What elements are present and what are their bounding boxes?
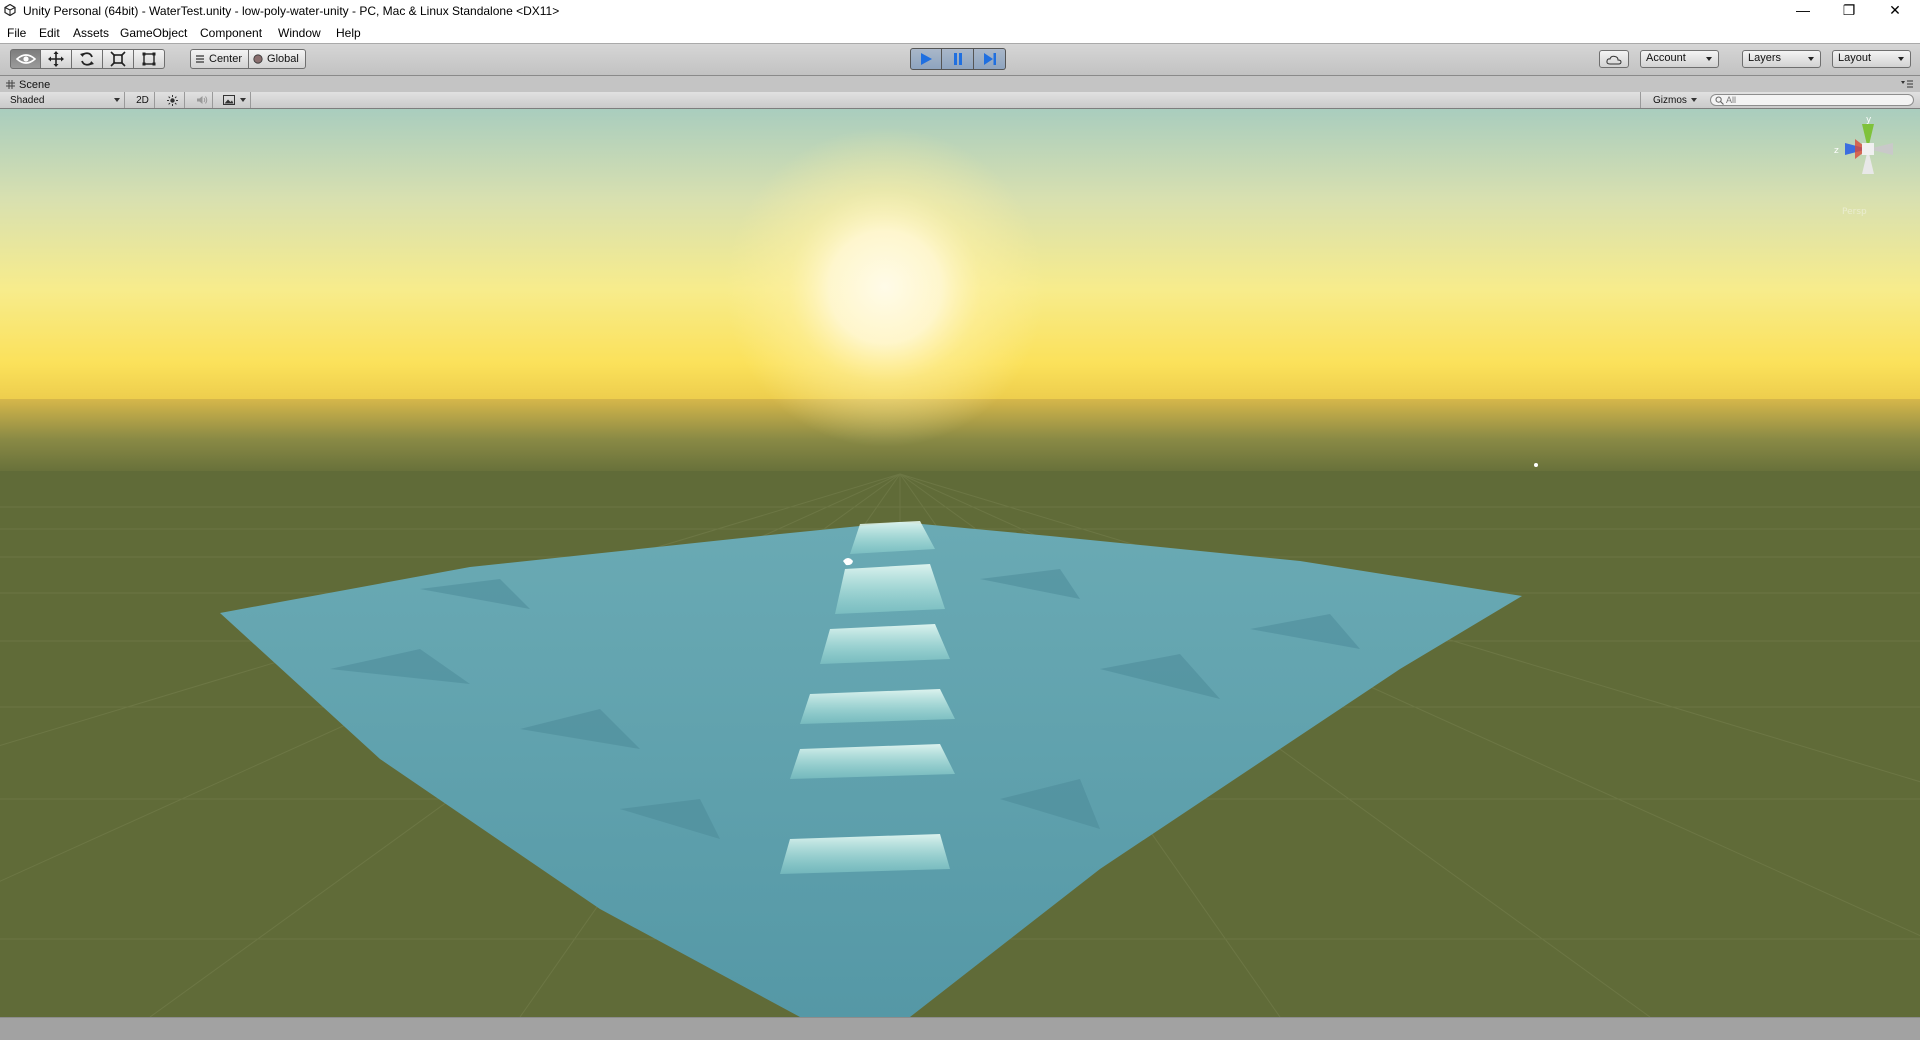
sun-icon: [167, 94, 178, 106]
menu-component[interactable]: Component: [200, 26, 262, 40]
sun: [725, 127, 1045, 447]
search-icon: [1715, 96, 1724, 105]
chevron-down-icon: [240, 98, 246, 102]
play-controls: [910, 48, 1006, 70]
scale-tool-button[interactable]: [103, 49, 134, 69]
scene-viewport[interactable]: y z Persp: [0, 109, 1920, 1017]
cloud-button[interactable]: [1599, 50, 1629, 68]
layout-dropdown[interactable]: Layout: [1832, 50, 1911, 68]
pivot-center-icon: [196, 55, 204, 63]
shading-mode-label: Shaded: [10, 94, 45, 106]
scene-point-marker: [1534, 463, 1538, 467]
account-dropdown[interactable]: Account: [1640, 50, 1719, 68]
chevron-down-icon: [1690, 98, 1697, 102]
rotate-icon: [80, 52, 94, 66]
chevron-down-icon: [1706, 57, 1712, 61]
layers-label: Layers: [1748, 52, 1782, 64]
audio-toggle[interactable]: [191, 92, 213, 108]
rect-icon: [142, 52, 156, 66]
panel-menu-icon[interactable]: [1900, 79, 1914, 88]
speaker-icon: [196, 96, 207, 104]
effects-dropdown[interactable]: [219, 92, 251, 108]
rotate-tool-button[interactable]: [72, 49, 103, 69]
menu-window[interactable]: Window: [278, 26, 321, 40]
pause-button[interactable]: [942, 48, 974, 70]
pivot-tools: Center Global: [190, 49, 306, 69]
image-effects-icon: [223, 95, 235, 105]
lighting-toggle[interactable]: [161, 92, 185, 108]
gizmos-dropdown[interactable]: Gizmos: [1640, 92, 1700, 108]
layers-dropdown[interactable]: Layers: [1742, 50, 1821, 68]
scene-render: y z Persp: [0, 109, 1920, 1017]
minimize-button[interactable]: —: [1780, 0, 1826, 22]
scale-icon: [110, 51, 126, 67]
scene-grid-icon: [6, 80, 15, 89]
maximize-button[interactable]: ❐: [1826, 0, 1872, 22]
pivot-mode-label: Center: [209, 53, 243, 65]
cloud-icon: [1606, 55, 1622, 64]
menu-edit[interactable]: Edit: [39, 26, 60, 40]
scene-search-input[interactable]: All: [1710, 94, 1914, 106]
menu-file[interactable]: File: [7, 26, 26, 40]
close-button[interactable]: ✕: [1872, 0, 1918, 22]
search-placeholder: All: [1726, 95, 1737, 105]
menu-gameobject[interactable]: GameObject: [120, 26, 187, 40]
step-button[interactable]: [974, 48, 1006, 70]
menu-assets[interactable]: Assets: [73, 26, 109, 40]
chevron-down-icon: [114, 98, 120, 102]
step-icon: [983, 53, 996, 65]
title-bar: Unity Personal (64bit) - WaterTest.unity…: [0, 0, 1920, 22]
gizmos-label: Gizmos: [1653, 94, 1687, 106]
pivot-rotation-button[interactable]: Global: [249, 49, 306, 69]
gizmo-y-label: y: [1866, 115, 1872, 125]
scene-tab-label: Scene: [19, 78, 51, 91]
hand-view-icon: [15, 54, 36, 64]
move-icon: [48, 51, 64, 67]
account-label: Account: [1646, 52, 1686, 64]
gizmo-projection-label[interactable]: Persp: [1842, 207, 1867, 217]
menu-bar: File Edit Assets GameObject Component Wi…: [0, 22, 1920, 43]
move-tool-button[interactable]: [41, 49, 72, 69]
scene-tab[interactable]: Scene: [6, 77, 50, 92]
mode-2d-toggle[interactable]: 2D: [131, 92, 155, 108]
pivot-mode-button[interactable]: Center: [190, 49, 250, 69]
mode-2d-label: 2D: [136, 94, 149, 106]
menu-help[interactable]: Help: [336, 26, 361, 40]
rect-tool-button[interactable]: [134, 49, 165, 69]
gizmo-z-label: z: [1834, 146, 1839, 156]
window-title: Unity Personal (64bit) - WaterTest.unity…: [23, 4, 560, 18]
layout-label: Layout: [1838, 52, 1872, 64]
status-bar: [0, 1017, 1920, 1040]
play-icon: [921, 53, 932, 65]
hand-tool-button[interactable]: [10, 49, 41, 69]
pause-icon: [953, 53, 962, 65]
transform-tools: [10, 49, 165, 69]
shading-mode-dropdown[interactable]: Shaded: [0, 92, 125, 108]
main-toolbar: Center Global Account Layers Layout: [0, 43, 1920, 76]
chevron-down-icon: [1808, 57, 1814, 61]
play-button[interactable]: [910, 48, 942, 70]
scene-toolbar: Shaded 2D Gizmos All: [0, 92, 1920, 109]
scene-tab-bar: Scene: [0, 76, 1920, 92]
chevron-down-icon: [1898, 57, 1904, 61]
pivot-rotation-label: Global: [267, 53, 299, 65]
unity-logo-icon: [4, 4, 16, 16]
globe-icon: [253, 54, 263, 64]
